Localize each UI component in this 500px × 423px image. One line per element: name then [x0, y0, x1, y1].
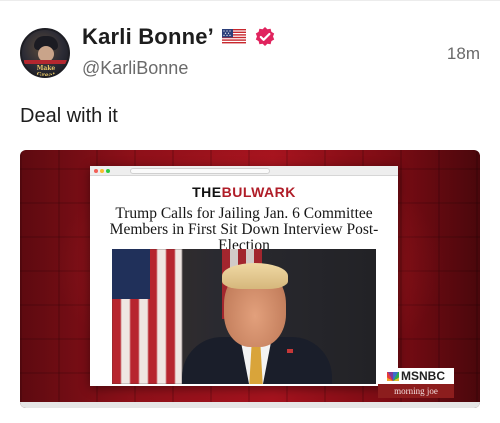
- post-timestamp[interactable]: 18m: [447, 44, 480, 64]
- avatar-caption: Make Great: [36, 65, 56, 78]
- us-flag-icon: [221, 29, 246, 45]
- logo-bulwark: BULWARK: [221, 184, 296, 200]
- maximize-dot-icon: [106, 169, 110, 173]
- minimize-dot-icon: [100, 169, 104, 173]
- network-badge: MSNBC morning joe: [378, 368, 454, 398]
- media-bottom-bar: [20, 402, 480, 408]
- post-media-image[interactable]: THEBULWARK Trump Calls for Jailing Jan. …: [20, 150, 480, 408]
- address-bar: [130, 168, 270, 174]
- author-name[interactable]: Karli Bonne’: [82, 24, 214, 50]
- article-photo: [112, 249, 376, 384]
- top-divider: [0, 0, 500, 1]
- verified-icon: [254, 26, 276, 48]
- author-handle[interactable]: @KarliBonne: [82, 58, 188, 79]
- article-headline: Trump Calls for Jailing Jan. 6 Committee…: [109, 205, 379, 254]
- logo-the: THE: [192, 184, 222, 200]
- article-screenshot: THEBULWARK Trump Calls for Jailing Jan. …: [90, 166, 398, 386]
- flag-pin: [287, 349, 293, 353]
- browser-toolbar: [90, 166, 398, 176]
- peacock-icon: [387, 371, 399, 381]
- author-avatar[interactable]: Make Great: [20, 28, 70, 78]
- avatar-stripe: [24, 60, 68, 64]
- person-hair: [222, 263, 288, 289]
- bulwark-logo: THEBULWARK: [90, 184, 398, 200]
- author-name-row: Karli Bonne’: [82, 24, 276, 50]
- flag-left-canton: [112, 249, 150, 299]
- show-name: morning joe: [378, 384, 454, 398]
- msnbc-logo: MSNBC: [378, 368, 454, 384]
- post-text: Deal with it: [20, 105, 118, 127]
- close-dot-icon: [94, 169, 98, 173]
- network-name: MSNBC: [401, 369, 445, 383]
